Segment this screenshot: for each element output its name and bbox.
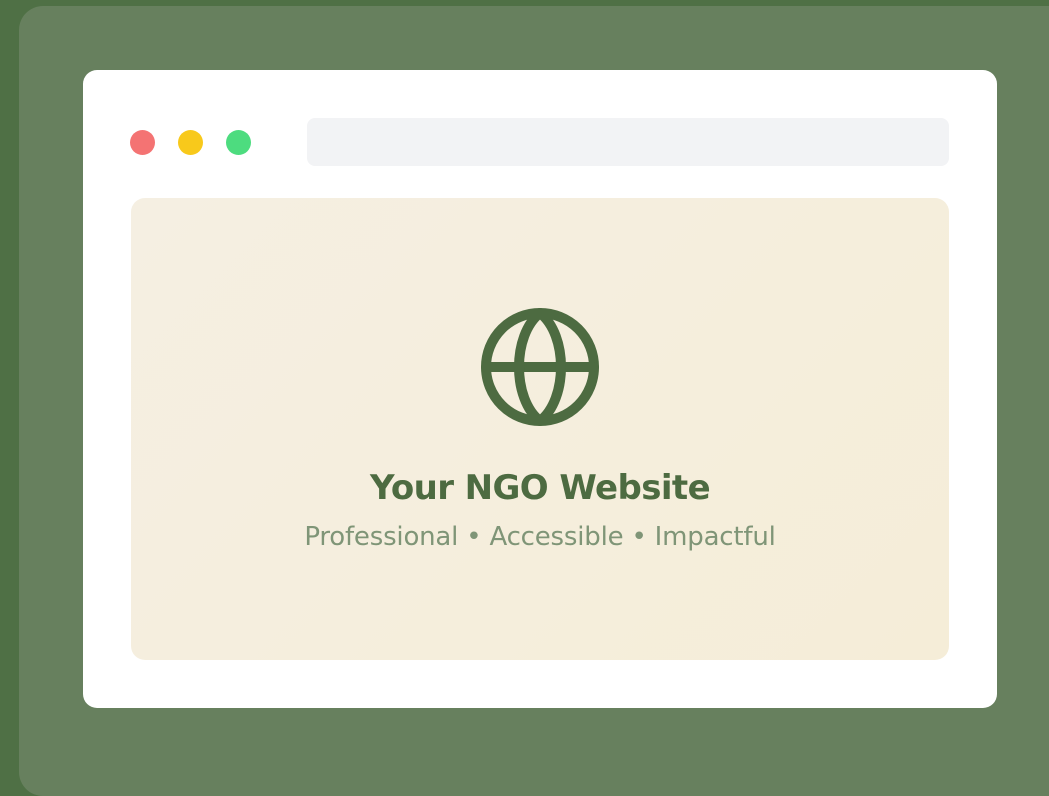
address-bar[interactable] [307,118,949,166]
window-maximize-dot[interactable] [226,130,251,155]
website-preview-panel: Your NGO Website Professional • Accessib… [131,198,949,660]
globe-icon [481,308,599,426]
window-minimize-dot[interactable] [178,130,203,155]
browser-window: Your NGO Website Professional • Accessib… [83,70,997,708]
window-close-dot[interactable] [130,130,155,155]
site-tagline: Professional • Accessible • Impactful [304,522,776,552]
site-title: Your NGO Website [369,468,711,508]
